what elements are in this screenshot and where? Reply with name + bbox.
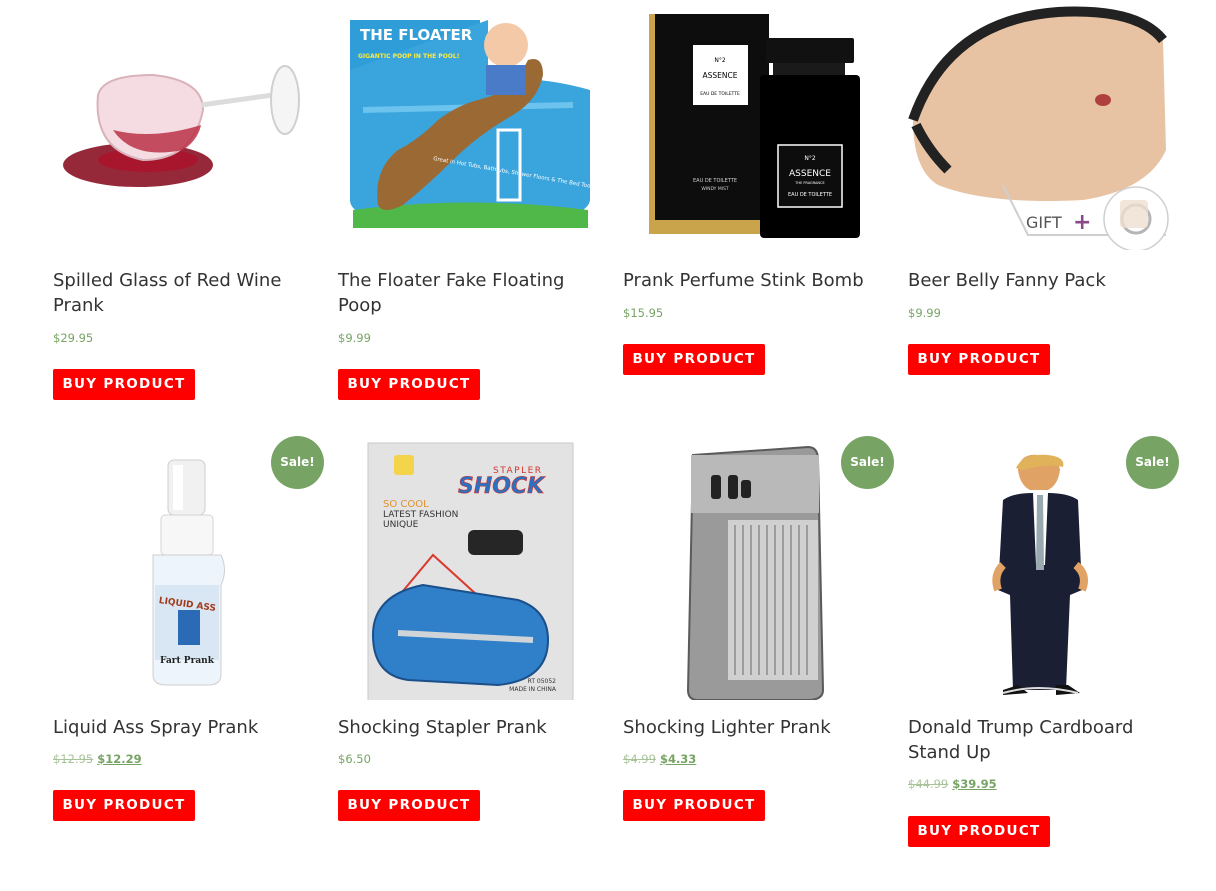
price-value: $9.99 xyxy=(908,306,941,320)
product-title[interactable]: Donald Trump Cardboard Stand Up xyxy=(908,715,1158,765)
product-image-beer-belly[interactable]: GIFT + xyxy=(908,0,1173,250)
product-title[interactable]: The Floater Fake Floating Poop xyxy=(338,268,588,318)
buy-product-button[interactable]: BUY PRODUCT xyxy=(623,344,765,375)
product-title[interactable]: Shocking Stapler Prank xyxy=(338,715,588,740)
package-line2: LATEST FASHION xyxy=(383,510,458,520)
old-price: $44.99 xyxy=(908,777,949,791)
product-title[interactable]: Shocking Lighter Prank xyxy=(623,715,873,740)
box-type: EAU DE TOILETTE xyxy=(700,91,740,97)
sale-badge: Sale! xyxy=(271,436,324,489)
box-type-lower: EAU DE TOILETTE xyxy=(693,178,737,184)
product-price: $9.99 xyxy=(908,306,941,320)
product-image-perfume[interactable]: N°2 ASSENCE EAU DE TOILETTE EAU DE TOILE… xyxy=(623,0,888,250)
product-price: $12.95 $12.29 xyxy=(53,752,142,766)
buy-product-button[interactable]: BUY PRODUCT xyxy=(53,790,195,821)
sale-badge: Sale! xyxy=(841,436,894,489)
product-title[interactable]: Prank Perfume Stink Bomb xyxy=(623,268,873,293)
product-image-wine-glass[interactable] xyxy=(53,0,318,250)
box-sub: WINDY MIST xyxy=(701,186,729,192)
sale-price: $12.29 xyxy=(97,752,142,766)
price-value: $15.95 xyxy=(623,306,664,320)
product-price: $29.95 xyxy=(53,331,93,345)
product-image-stapler[interactable]: STAPLER SHOCK SO COOL LATEST FASHION UNI… xyxy=(338,435,603,700)
package-line1: SO COOL xyxy=(383,499,429,510)
product-price: $9.99 xyxy=(338,331,371,345)
product-price: $4.99 $4.33 xyxy=(623,752,696,766)
bottle-brand: ASSENCE xyxy=(789,169,831,179)
box-brand: ASSENCE xyxy=(703,71,738,80)
product-price: $6.50 xyxy=(338,752,371,766)
bottle-sub: THE FRAGRANCE xyxy=(794,181,824,185)
bottle-number: N°2 xyxy=(804,155,815,162)
price-value: $9.99 xyxy=(338,331,371,345)
product-title[interactable]: Beer Belly Fanny Pack xyxy=(908,268,1158,293)
price-value: $29.95 xyxy=(53,331,94,345)
package-tagline: GIGANTIC POOP IN THE POOL! xyxy=(358,53,459,60)
bottle-label: Fart Prank xyxy=(160,656,215,666)
box-number: N°2 xyxy=(714,57,725,64)
product-title[interactable]: Liquid Ass Spray Prank xyxy=(53,715,303,740)
old-price: $4.99 xyxy=(623,752,656,766)
product-price: $15.95 xyxy=(623,306,663,320)
sale-badge: Sale! xyxy=(1126,436,1179,489)
price-value: $6.50 xyxy=(338,752,371,766)
gift-label: GIFT xyxy=(1026,213,1062,232)
buy-product-button[interactable]: BUY PRODUCT xyxy=(908,816,1050,847)
product-price: $44.99 $39.95 xyxy=(908,777,997,791)
buy-product-button[interactable]: BUY PRODUCT xyxy=(338,790,480,821)
buy-product-button[interactable]: BUY PRODUCT xyxy=(53,369,195,400)
package-line3: UNIQUE xyxy=(383,520,419,530)
package-origin: MADE IN CHINA xyxy=(509,686,557,693)
buy-product-button[interactable]: BUY PRODUCT xyxy=(623,790,765,821)
package-code: RT 05052 xyxy=(528,678,557,685)
product-title[interactable]: Spilled Glass of Red Wine Prank xyxy=(53,268,303,318)
bottle-type: EAU DE TOILETTE xyxy=(788,192,832,198)
sale-price: $39.95 xyxy=(952,777,997,791)
buy-product-button[interactable]: BUY PRODUCT xyxy=(338,369,480,400)
old-price: $12.95 xyxy=(53,752,94,766)
package-main: SHOCK xyxy=(458,474,546,499)
package-brand: THE FLOATER xyxy=(360,26,473,44)
plus-icon: + xyxy=(1073,210,1091,235)
buy-product-button[interactable]: BUY PRODUCT xyxy=(908,344,1050,375)
product-image-floater[interactable]: THE FLOATER GIGANTIC POOP IN THE POOL! G… xyxy=(338,0,603,250)
sale-price: $4.33 xyxy=(659,752,697,766)
